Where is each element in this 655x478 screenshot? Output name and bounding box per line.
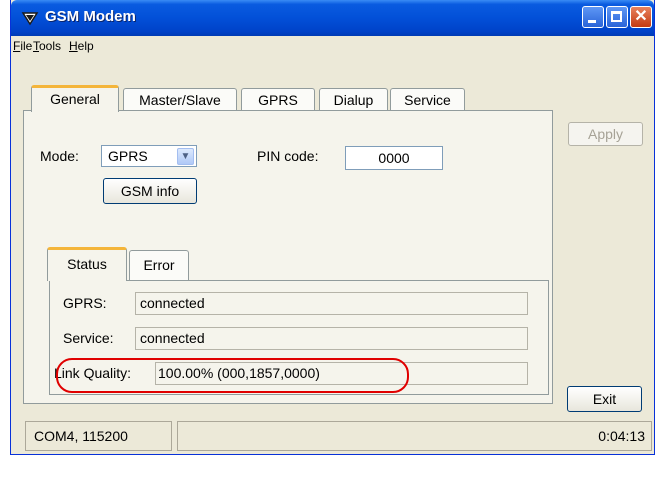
app-window: GSM Modem ✕ File Tools Help General Mast… (10, 0, 655, 455)
antenna-icon (21, 12, 39, 26)
apply-button[interactable]: Apply (568, 122, 643, 146)
menu-help[interactable]: Help (69, 39, 94, 53)
link-quality-highlight (56, 358, 409, 393)
statusbar-port: COM4, 115200 (25, 421, 172, 451)
tab-dialup[interactable]: Dialup (319, 88, 388, 111)
exit-button[interactable]: Exit (567, 386, 642, 412)
menu-tools[interactable]: Tools (33, 39, 61, 53)
window-title: GSM Modem (45, 8, 136, 25)
close-icon: ✕ (634, 8, 648, 25)
gsm-info-button[interactable]: GSM info (103, 178, 197, 204)
menu-bar: File Tools Help (11, 36, 654, 58)
minimize-button[interactable] (582, 6, 604, 28)
pin-code-label: PIN code: (257, 148, 319, 164)
statusbar-time: 0:04:13 (177, 421, 652, 451)
tab-service[interactable]: Service (390, 88, 465, 111)
minimize-icon (588, 20, 596, 23)
mode-value: GPRS (108, 148, 148, 164)
service-status-field: connected (135, 327, 528, 350)
mode-label: Mode: (40, 148, 79, 164)
tab-gprs[interactable]: GPRS (241, 88, 315, 111)
maximize-button[interactable] (606, 6, 628, 28)
tab-master-slave[interactable]: Master/Slave (123, 88, 237, 111)
service-status-label: Service: (63, 330, 114, 346)
close-button[interactable]: ✕ (630, 6, 652, 28)
chevron-down-icon[interactable]: ▼ (177, 148, 194, 165)
gprs-status-label: GPRS: (63, 295, 107, 311)
pin-code-input[interactable]: 0000 (345, 146, 443, 170)
title-bar[interactable]: GSM Modem ✕ (11, 0, 654, 36)
subtab-error[interactable]: Error (129, 250, 189, 280)
mode-select[interactable]: GPRS ▼ (101, 145, 197, 167)
status-bar: COM4, 115200 0:04:13 (25, 421, 652, 451)
tab-general[interactable]: General (31, 85, 119, 112)
maximize-icon (611, 11, 622, 22)
subtab-status[interactable]: Status (47, 247, 127, 281)
menu-file[interactable]: File (13, 39, 32, 53)
gprs-status-field: connected (135, 292, 528, 315)
